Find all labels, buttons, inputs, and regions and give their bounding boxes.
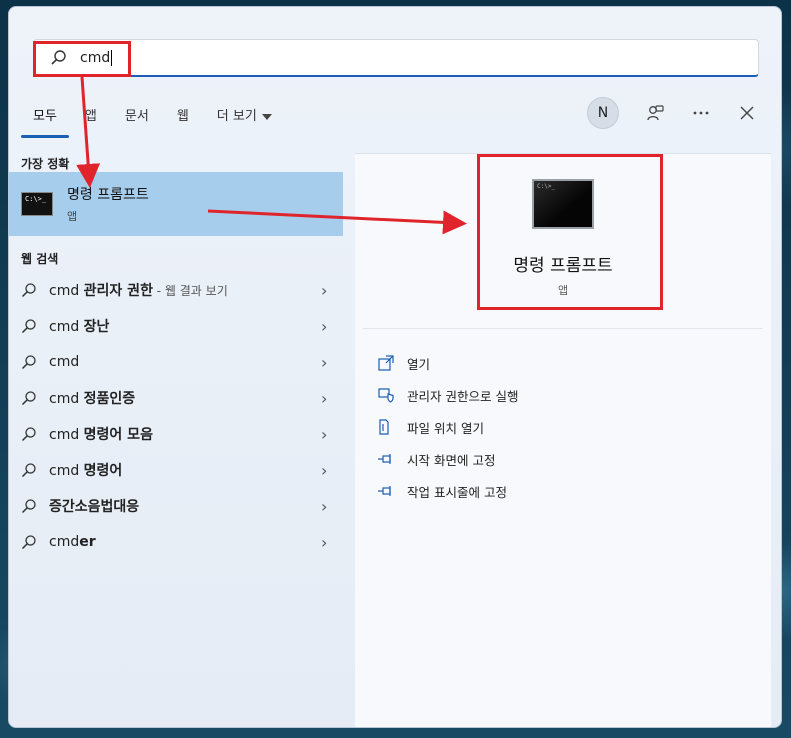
tab-all[interactable]: 모두 (19, 97, 71, 138)
search-icon (21, 463, 36, 478)
avatar[interactable]: N (587, 97, 619, 129)
more-options-button[interactable] (683, 97, 719, 129)
web-result-item[interactable]: cmd 정품인증 › (9, 380, 343, 416)
web-result-item[interactable]: cmd 명령어 › (9, 452, 343, 488)
chevron-down-icon (261, 113, 272, 120)
shield-icon (378, 388, 394, 403)
command-prompt-icon: C:\>_ (21, 192, 53, 216)
folder-icon (379, 419, 389, 435)
action-open-file-location[interactable]: 파일 위치 열기 (377, 411, 518, 443)
action-pin-to-taskbar[interactable]: 작업 표시줄에 고정 (377, 475, 518, 507)
feedback-button[interactable] (637, 97, 673, 129)
best-match-heading: 가장 정확 (21, 157, 70, 171)
chevron-right-icon: › (321, 280, 328, 300)
action-list: 열기 관리자 권한으로 실행 파일 위치 열기 시작 화면에 고정 작업 표시줄… (377, 347, 518, 507)
web-result-item[interactable]: cmd 명령어 모음 › (9, 416, 343, 452)
chevron-right-icon: › (321, 424, 328, 444)
divider (363, 328, 763, 329)
best-match-item[interactable]: C:\>_ 명령 프롬프트 앱 (9, 172, 343, 236)
search-icon (21, 499, 36, 514)
chevron-right-icon: › (321, 352, 328, 372)
tab-more[interactable]: 더 보기 (203, 97, 286, 132)
action-run-as-admin[interactable]: 관리자 권한으로 실행 (377, 379, 518, 411)
chevron-right-icon: › (321, 316, 328, 336)
ellipsis-icon (693, 111, 709, 115)
chevron-right-icon: › (321, 388, 328, 408)
search-icon (21, 283, 36, 298)
action-pin-to-start[interactable]: 시작 화면에 고정 (377, 443, 518, 475)
web-result-item[interactable]: cmd 장난 › (9, 308, 343, 344)
web-search-heading: 웹 검색 (21, 252, 59, 266)
tab-web[interactable]: 웹 (163, 97, 203, 132)
search-icon (21, 535, 36, 550)
start-search-panel: cmd 모두 앱 문서 웹 더 보기 N 가장 정확 C:\>_ 명령 프롬프트… (8, 6, 782, 728)
annotation-box-preview (477, 154, 663, 310)
toolbar: N (587, 97, 765, 129)
web-result-item[interactable]: 증간소음법대응 › (9, 488, 343, 524)
close-icon (740, 106, 754, 120)
best-match-name: 명령 프롬프트 (67, 187, 149, 203)
web-result-item[interactable]: cmd › (9, 344, 343, 380)
search-box[interactable]: cmd (33, 39, 759, 77)
pin-icon (378, 454, 391, 464)
web-result-item[interactable]: cmd 관리자 권한 - 웹 결과 보기 › (9, 272, 343, 308)
web-result-item[interactable]: cmder › (9, 524, 343, 560)
chevron-right-icon: › (321, 532, 328, 552)
close-button[interactable] (729, 97, 765, 129)
pin-icon (378, 486, 391, 496)
search-icon (21, 319, 36, 334)
best-match-type: 앱 (67, 210, 78, 223)
search-icon (21, 391, 36, 406)
annotation-box-search (33, 41, 131, 77)
feedback-icon (647, 105, 664, 121)
results-list: 가장 정확 C:\>_ 명령 프롬프트 앱 웹 검색 cmd 관리자 권한 - … (9, 141, 343, 727)
open-icon (378, 355, 394, 371)
tab-apps[interactable]: 앱 (71, 97, 111, 132)
search-icon (21, 427, 36, 442)
search-icon (21, 355, 36, 370)
action-open[interactable]: 열기 (377, 347, 518, 379)
tab-documents[interactable]: 문서 (111, 97, 163, 132)
chevron-right-icon: › (321, 460, 328, 480)
chevron-right-icon: › (321, 496, 328, 516)
filter-tabs: 모두 앱 문서 웹 더 보기 (19, 97, 286, 138)
web-search-list: cmd 관리자 권한 - 웹 결과 보기 › cmd 장난 › cmd › cm… (9, 272, 343, 560)
